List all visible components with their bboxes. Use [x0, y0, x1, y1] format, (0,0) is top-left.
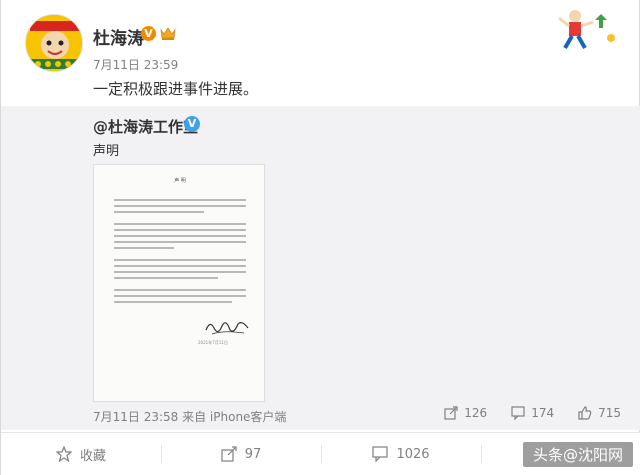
post-timestamp[interactable]: 7月11日 23:59: [93, 56, 178, 73]
like-icon: [578, 406, 592, 420]
repost-share-stat[interactable]: 126: [444, 406, 487, 420]
repost-author[interactable]: @杜海涛工作室: [93, 116, 198, 137]
handwritten-signature-icon: [204, 316, 252, 338]
document-text-line: [114, 223, 246, 225]
document-title: 声 明: [174, 178, 186, 184]
document-text-line: [114, 259, 246, 261]
avatar[interactable]: [25, 14, 83, 72]
statement-document-image[interactable]: 声 明 2021年7月11日: [93, 164, 265, 402]
document-text-line: [114, 301, 232, 303]
weibo-post: 杜海涛 V 7月11日 23:59 一定积极跟进事件进展。 @杜海涛工作室 V …: [0, 0, 640, 475]
post-text: 一定积极跟进事件进展。: [93, 80, 259, 98]
document-text-line: [114, 265, 246, 267]
cartoon-avatar-icon: [26, 15, 82, 71]
share-button[interactable]: 97: [161, 433, 321, 475]
document-text-line: [114, 247, 174, 249]
repost-stats: 126 174 715: [420, 406, 621, 420]
document-text-line: [114, 295, 246, 297]
verified-blue-icon: V: [184, 116, 200, 132]
verified-orange-icon: V: [141, 26, 156, 41]
document-text-line: [114, 289, 246, 291]
comment-button[interactable]: 1026: [321, 433, 481, 475]
repost-card[interactable]: @杜海涛工作室 V 声明 声 明 2021年7月11日 7月11日 23:58 …: [1, 106, 640, 430]
document-text-line: [114, 235, 246, 237]
repost-text: 声明: [93, 144, 120, 159]
document-text-line: [114, 199, 246, 201]
source-watermark: 头条@沈阳网: [522, 442, 633, 467]
repost-footer[interactable]: 7月11日 23:58 来自 iPhone客户端: [93, 408, 286, 425]
share-icon: [221, 446, 237, 462]
document-text-line: [114, 271, 246, 273]
comment-count-label: 1026: [396, 446, 430, 462]
comment-icon: [372, 446, 389, 462]
star-icon: [55, 446, 72, 462]
favorite-button[interactable]: 收藏: [1, 433, 161, 475]
decorative-card-icon: [549, 8, 621, 52]
document-date: 2021年7月11日: [198, 340, 228, 345]
crown-badge-icon: [160, 26, 176, 41]
repost-comment-stat[interactable]: 174: [511, 406, 554, 420]
document-text-line: [114, 241, 246, 243]
document-text-line: [114, 205, 246, 207]
document-text-line: [114, 211, 204, 213]
repost-like-stat[interactable]: 715: [578, 406, 621, 420]
like-count: 715: [598, 406, 621, 420]
username[interactable]: 杜海涛: [93, 24, 144, 49]
favorite-label: 收藏: [79, 448, 106, 464]
share-icon: [444, 406, 458, 420]
document-text-line: [114, 229, 246, 231]
share-count: 126: [464, 406, 488, 420]
comment-icon: [511, 406, 525, 420]
share-count-label: 97: [244, 446, 262, 462]
document-text-line: [114, 277, 218, 279]
comment-count: 174: [531, 406, 555, 420]
